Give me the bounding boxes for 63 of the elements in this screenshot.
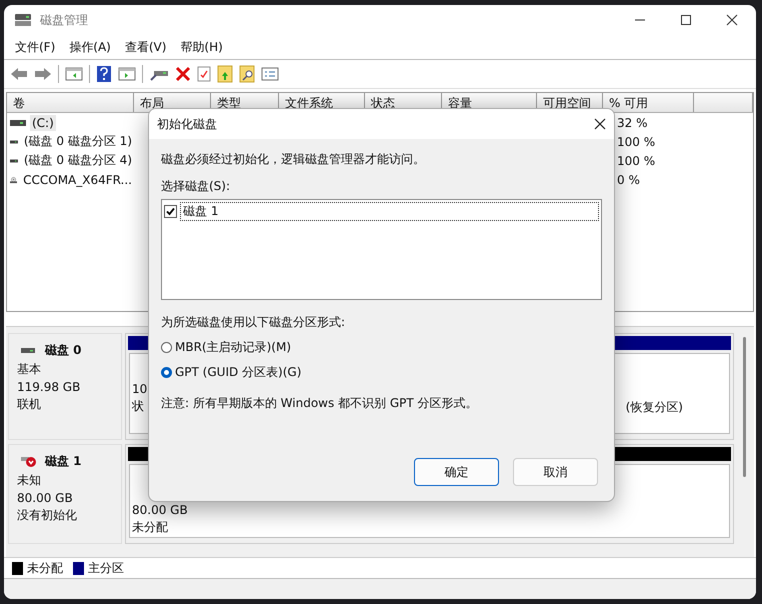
partition-text: 80.00 GB: [132, 503, 188, 517]
radio-label[interactable]: MBR(主启动记录)(M): [175, 339, 292, 356]
checkbox[interactable]: [164, 205, 177, 218]
window-title: 磁盘管理: [40, 12, 88, 28]
disk-status: 联机: [17, 396, 42, 413]
field-label: 为所选磁盘使用以下磁盘分区形式:: [161, 314, 346, 331]
ok-button[interactable]: 确定: [414, 458, 499, 486]
menu-item[interactable]: 帮助(H): [180, 38, 223, 56]
dialog-message: 磁盘必须经过初始化，逻辑磁盘管理器才能访问。: [161, 151, 426, 168]
disk-status: 没有初始化: [17, 507, 78, 524]
note-text: 注意: 所有早期版本的 Windows 都不识别 GPT 分区形式。: [161, 395, 479, 412]
disk-size: 80.00 GB: [17, 491, 74, 505]
legend-label: 主分区: [88, 560, 124, 576]
forward-arrow-icon[interactable]: [34, 66, 52, 82]
partition-text: 10: [132, 382, 148, 396]
disk-type: 基本: [17, 361, 42, 378]
back-arrow-icon[interactable]: [10, 66, 28, 82]
partition-text: 状: [132, 398, 144, 415]
volume-name[interactable]: (C:): [30, 114, 56, 130]
drive-icon: [10, 118, 26, 128]
legend-label: 未分配: [27, 560, 63, 576]
panel-icon[interactable]: [118, 66, 136, 82]
disk-type: 未知: [17, 472, 42, 489]
column-header[interactable]: 卷: [7, 93, 134, 112]
checklist-icon[interactable]: [197, 66, 211, 82]
field-label: 选择磁盘(S):: [161, 178, 232, 195]
volume-name[interactable]: (磁盘 0 磁盘分区 1): [22, 132, 134, 151]
menu-item[interactable]: 文件(F): [15, 38, 56, 56]
drive-error-icon: [21, 454, 37, 468]
delete-icon[interactable]: [175, 66, 191, 82]
scrollbar[interactable]: [743, 337, 746, 477]
radio-button[interactable]: [161, 342, 172, 353]
help-icon[interactable]: [96, 65, 112, 83]
table-cell: 100 %: [617, 134, 656, 148]
volume-name[interactable]: CCCOMA_X64FR...: [21, 172, 134, 188]
panel-icon[interactable]: [65, 66, 83, 82]
list-icon[interactable]: [261, 66, 279, 82]
disk-list[interactable]: 磁盘 1: [161, 199, 602, 300]
close-icon[interactable]: [594, 118, 606, 130]
partition-text: (恢复分区): [626, 399, 683, 416]
drive-icon: [21, 346, 37, 354]
partition-text: 未分配: [132, 519, 168, 536]
disk-info-panel[interactable]: 磁盘 0 基本 119.98 GB 联机: [8, 333, 122, 440]
menu-item[interactable]: 操作(A): [69, 38, 111, 56]
close-icon[interactable]: [726, 14, 738, 26]
volume-name[interactable]: (磁盘 0 磁盘分区 4): [22, 151, 134, 170]
table-cell: 100 %: [617, 154, 656, 168]
disk-name: 磁盘 1: [45, 453, 82, 470]
folder-up-icon[interactable]: [217, 65, 233, 83]
cancel-button[interactable]: 取消: [513, 458, 598, 486]
list-item[interactable]: 磁盘 1: [180, 202, 599, 221]
disk-drive-icon: [14, 13, 32, 27]
disk-name: 磁盘 0: [45, 342, 82, 359]
table-cell: 0 %: [617, 172, 640, 186]
radio-button[interactable]: [161, 367, 172, 378]
table-cell: 32 %: [617, 116, 648, 130]
dialog-title: 初始化磁盘: [157, 116, 217, 132]
disk-size: 119.98 GB: [17, 380, 82, 394]
disk-info-panel[interactable]: 磁盘 1 未知 80.00 GB 没有初始化: [8, 444, 122, 544]
folder-search-icon[interactable]: [239, 65, 255, 83]
menu-item[interactable]: 查看(V): [124, 38, 166, 56]
maximize-icon[interactable]: [680, 14, 692, 26]
radio-label[interactable]: GPT (GUID 分区表)(G): [175, 364, 302, 381]
